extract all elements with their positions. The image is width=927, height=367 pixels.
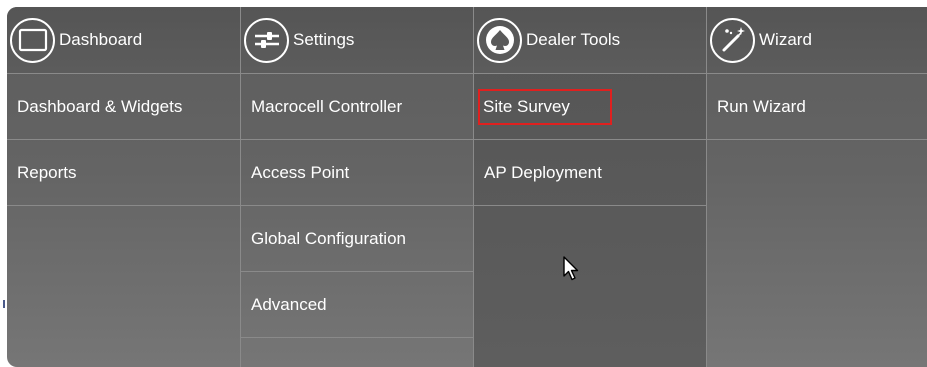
menu-column-dashboard: Dashboard Dashboard & Widgets Reports [7,7,241,367]
menu-item-dashboard-widgets[interactable]: Dashboard & Widgets [7,74,240,140]
magic-wand-icon [710,17,755,63]
spade-icon [477,17,522,63]
page-edge-mark [3,300,5,308]
monitor-icon [10,17,55,63]
menu-item-label: Site Survey [478,88,612,125]
menu-column-wizard: Wizard Run Wizard [707,7,927,367]
menu-item-advanced[interactable]: Advanced [241,272,473,338]
menu-item-label: Dashboard & Widgets [17,96,183,116]
menu-item-reports[interactable]: Reports [7,140,240,206]
menu-item-label: Access Point [251,162,350,182]
menu-item-label: Macrocell Controller [251,96,403,116]
menu-item-label: AP Deployment [484,162,602,182]
wizard-menu-title: Wizard [759,30,812,49]
dashboard-menu-header[interactable]: Dashboard [7,7,240,74]
wizard-menu-header[interactable]: Wizard [707,7,927,74]
dealer-tools-menu-title: Dealer Tools [526,30,621,49]
sliders-icon [244,17,289,63]
dashboard-menu-title: Dashboard [59,30,143,49]
settings-menu-title: Settings [293,30,355,49]
menu-column-dealer-tools: Dealer Tools Site Survey AP Deployment [474,7,707,367]
menu-item-run-wizard[interactable]: Run Wizard [707,74,927,140]
menu-item-label: Run Wizard [717,96,806,116]
mouse-cursor-icon [563,256,579,281]
menu-column-settings: Settings Macrocell Controller Access Poi… [241,7,474,367]
menu-item-access-point[interactable]: Access Point [241,140,473,206]
main-dropdown-menu: Dashboard Dashboard & Widgets Reports Se… [7,7,927,367]
menu-item-label: Global Configuration [251,228,406,248]
menu-item-label: Reports [17,162,77,182]
menu-item-label: Advanced [251,294,327,314]
menu-item-macrocell-controller[interactable]: Macrocell Controller [241,74,473,140]
menu-item-global-configuration[interactable]: Global Configuration [241,206,473,272]
menu-item-ap-deployment[interactable]: AP Deployment [474,140,706,206]
menu-item-site-survey[interactable]: Site Survey [474,74,706,140]
settings-menu-header[interactable]: Settings [241,7,473,74]
dealer-tools-menu-header[interactable]: Dealer Tools [474,7,706,74]
